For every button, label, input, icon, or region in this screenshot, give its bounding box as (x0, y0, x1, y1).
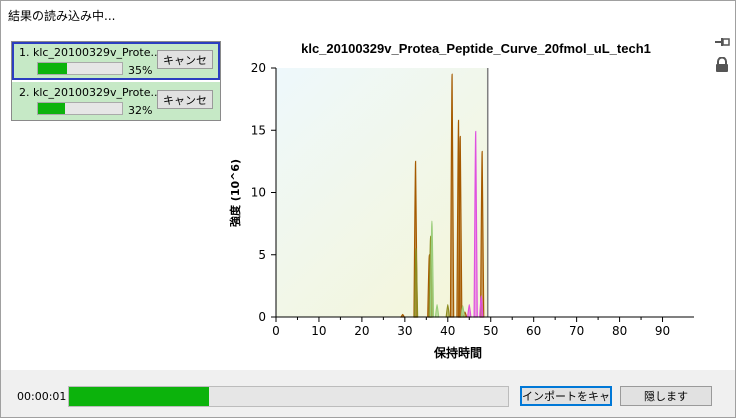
footer-bar: 00:00:01 インポートをキャ 隠します (1, 370, 735, 417)
elapsed-time: 00:00:01 (17, 390, 67, 403)
y-tick-label: 5 (258, 248, 266, 262)
y-axis-label: 強度 (10^6) (228, 159, 242, 227)
x-tick-label: 30 (397, 324, 412, 338)
x-tick-label: 40 (440, 324, 455, 338)
y-tick-label: 15 (251, 123, 266, 137)
x-tick-label: 90 (655, 324, 670, 338)
loading-results-window: 結果の読み込み中... 1. klc_20100329v_Prote... 35… (0, 0, 736, 418)
overall-progress-bar (68, 386, 509, 407)
hide-button[interactable]: 隠します (620, 386, 712, 406)
overall-progress-fill (69, 387, 210, 406)
cancel-job-button[interactable]: キャンセ (157, 90, 213, 109)
chromatogram-chart: klc_20100329v_Protea_Peptide_Curve_20fmo… (221, 33, 711, 373)
chromatogram-svg: klc_20100329v_Protea_Peptide_Curve_20fmo… (228, 41, 694, 360)
job-progress-percent: 35% (128, 64, 153, 77)
lock-icon[interactable] (715, 56, 729, 76)
job-item-2[interactable]: 2. klc_20100329v_Prote... 32% キャンセ (12, 82, 220, 120)
job-name: 2. klc_20100329v_Prote... (19, 86, 161, 99)
job-progress-bar (37, 102, 123, 115)
job-progress-fill (38, 103, 65, 114)
x-tick-label: 10 (311, 324, 326, 338)
x-tick-label: 80 (612, 324, 627, 338)
y-tick-label: 20 (251, 61, 266, 75)
x-tick-label: 20 (354, 324, 369, 338)
x-tick-label: 60 (526, 324, 541, 338)
y-tick-label: 10 (251, 186, 266, 200)
x-tick-label: 50 (483, 324, 498, 338)
x-axis-label: 保持時間 (433, 345, 482, 360)
job-name: 1. klc_20100329v_Prote... (19, 46, 161, 59)
x-tick-label: 70 (569, 324, 584, 338)
cancel-import-button[interactable]: インポートをキャ (520, 386, 612, 406)
job-progress-fill (38, 63, 68, 74)
pin-icon[interactable] (714, 36, 730, 51)
x-tick-label: 0 (272, 324, 280, 338)
chart-title: klc_20100329v_Protea_Peptide_Curve_20fmo… (301, 41, 651, 56)
job-item-1[interactable]: 1. klc_20100329v_Prote... 35% キャンセ (12, 42, 220, 80)
job-progress-bar (37, 62, 123, 75)
y-tick-label: 0 (258, 310, 266, 324)
job-progress-percent: 32% (128, 104, 153, 117)
job-list: 1. klc_20100329v_Prote... 35% キャンセ 2. kl… (11, 41, 221, 121)
acquired-region (276, 68, 488, 317)
cancel-job-button[interactable]: キャンセ (157, 50, 213, 69)
window-title: 結果の読み込み中... (8, 9, 116, 23)
